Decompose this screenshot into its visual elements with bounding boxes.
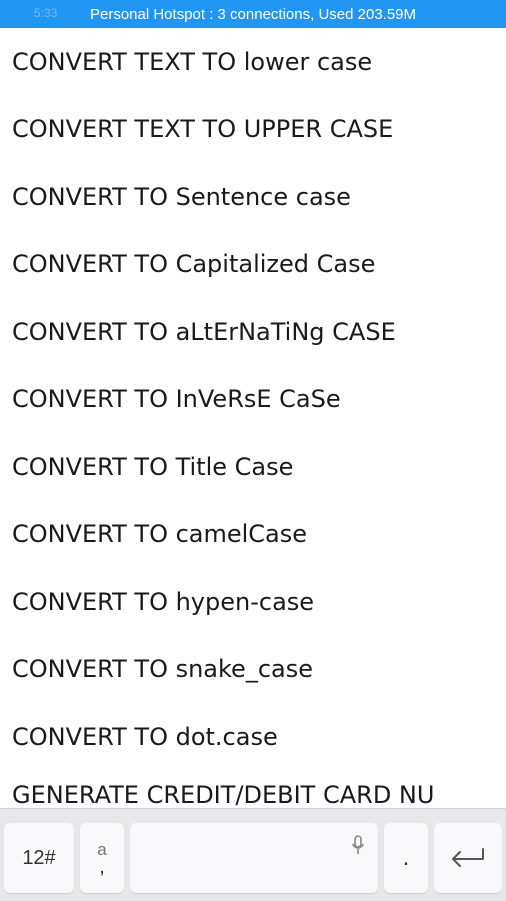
period-key[interactable]: . [384, 823, 428, 893]
status-bar: 5:33 Personal Hotspot : 3 connections, U… [0, 0, 506, 28]
menu-item-dot-case[interactable]: CONVERT TO dot.case [0, 703, 506, 771]
language-key[interactable]: a , [80, 823, 124, 893]
status-hotspot-text: Personal Hotspot : 3 connections, Used 2… [89, 5, 417, 23]
status-time: 5:33 [34, 6, 58, 20]
enter-key[interactable] [434, 823, 502, 893]
menu-item-lower-case[interactable]: CONVERT TEXT TO lower case [0, 28, 506, 96]
menu-item-hyphen-case[interactable]: CONVERT TO hypen-case [0, 568, 506, 636]
menu-item-upper-case[interactable]: CONVERT TEXT TO UPPER CASE [0, 96, 506, 164]
conversion-menu: CONVERT TEXT TO lower case CONVERT TEXT … [0, 28, 506, 809]
menu-item-inverse-case[interactable]: CONVERT TO InVeRsE CaSe [0, 366, 506, 434]
mode-switch-key[interactable]: 12# [4, 823, 74, 893]
menu-item-capitalized-case[interactable]: CONVERT TO Capitalized Case [0, 231, 506, 299]
space-key[interactable] [130, 823, 378, 893]
mic-icon[interactable] [350, 835, 366, 857]
menu-item-generate-card-number[interactable]: GENERATE CREDIT/DEBIT CARD NU [0, 771, 506, 809]
menu-item-title-case[interactable]: CONVERT TO Title Case [0, 433, 506, 501]
enter-icon [452, 848, 484, 867]
menu-item-camel-case[interactable]: CONVERT TO camelCase [0, 501, 506, 569]
menu-item-alternating-case[interactable]: CONVERT TO aLtErNaTiNg CASE [0, 298, 506, 366]
soft-keyboard: 12# a , . [0, 808, 506, 901]
language-key-comma: , [99, 856, 105, 878]
menu-item-snake-case[interactable]: CONVERT TO snake_case [0, 636, 506, 704]
menu-item-sentence-case[interactable]: CONVERT TO Sentence case [0, 163, 506, 231]
